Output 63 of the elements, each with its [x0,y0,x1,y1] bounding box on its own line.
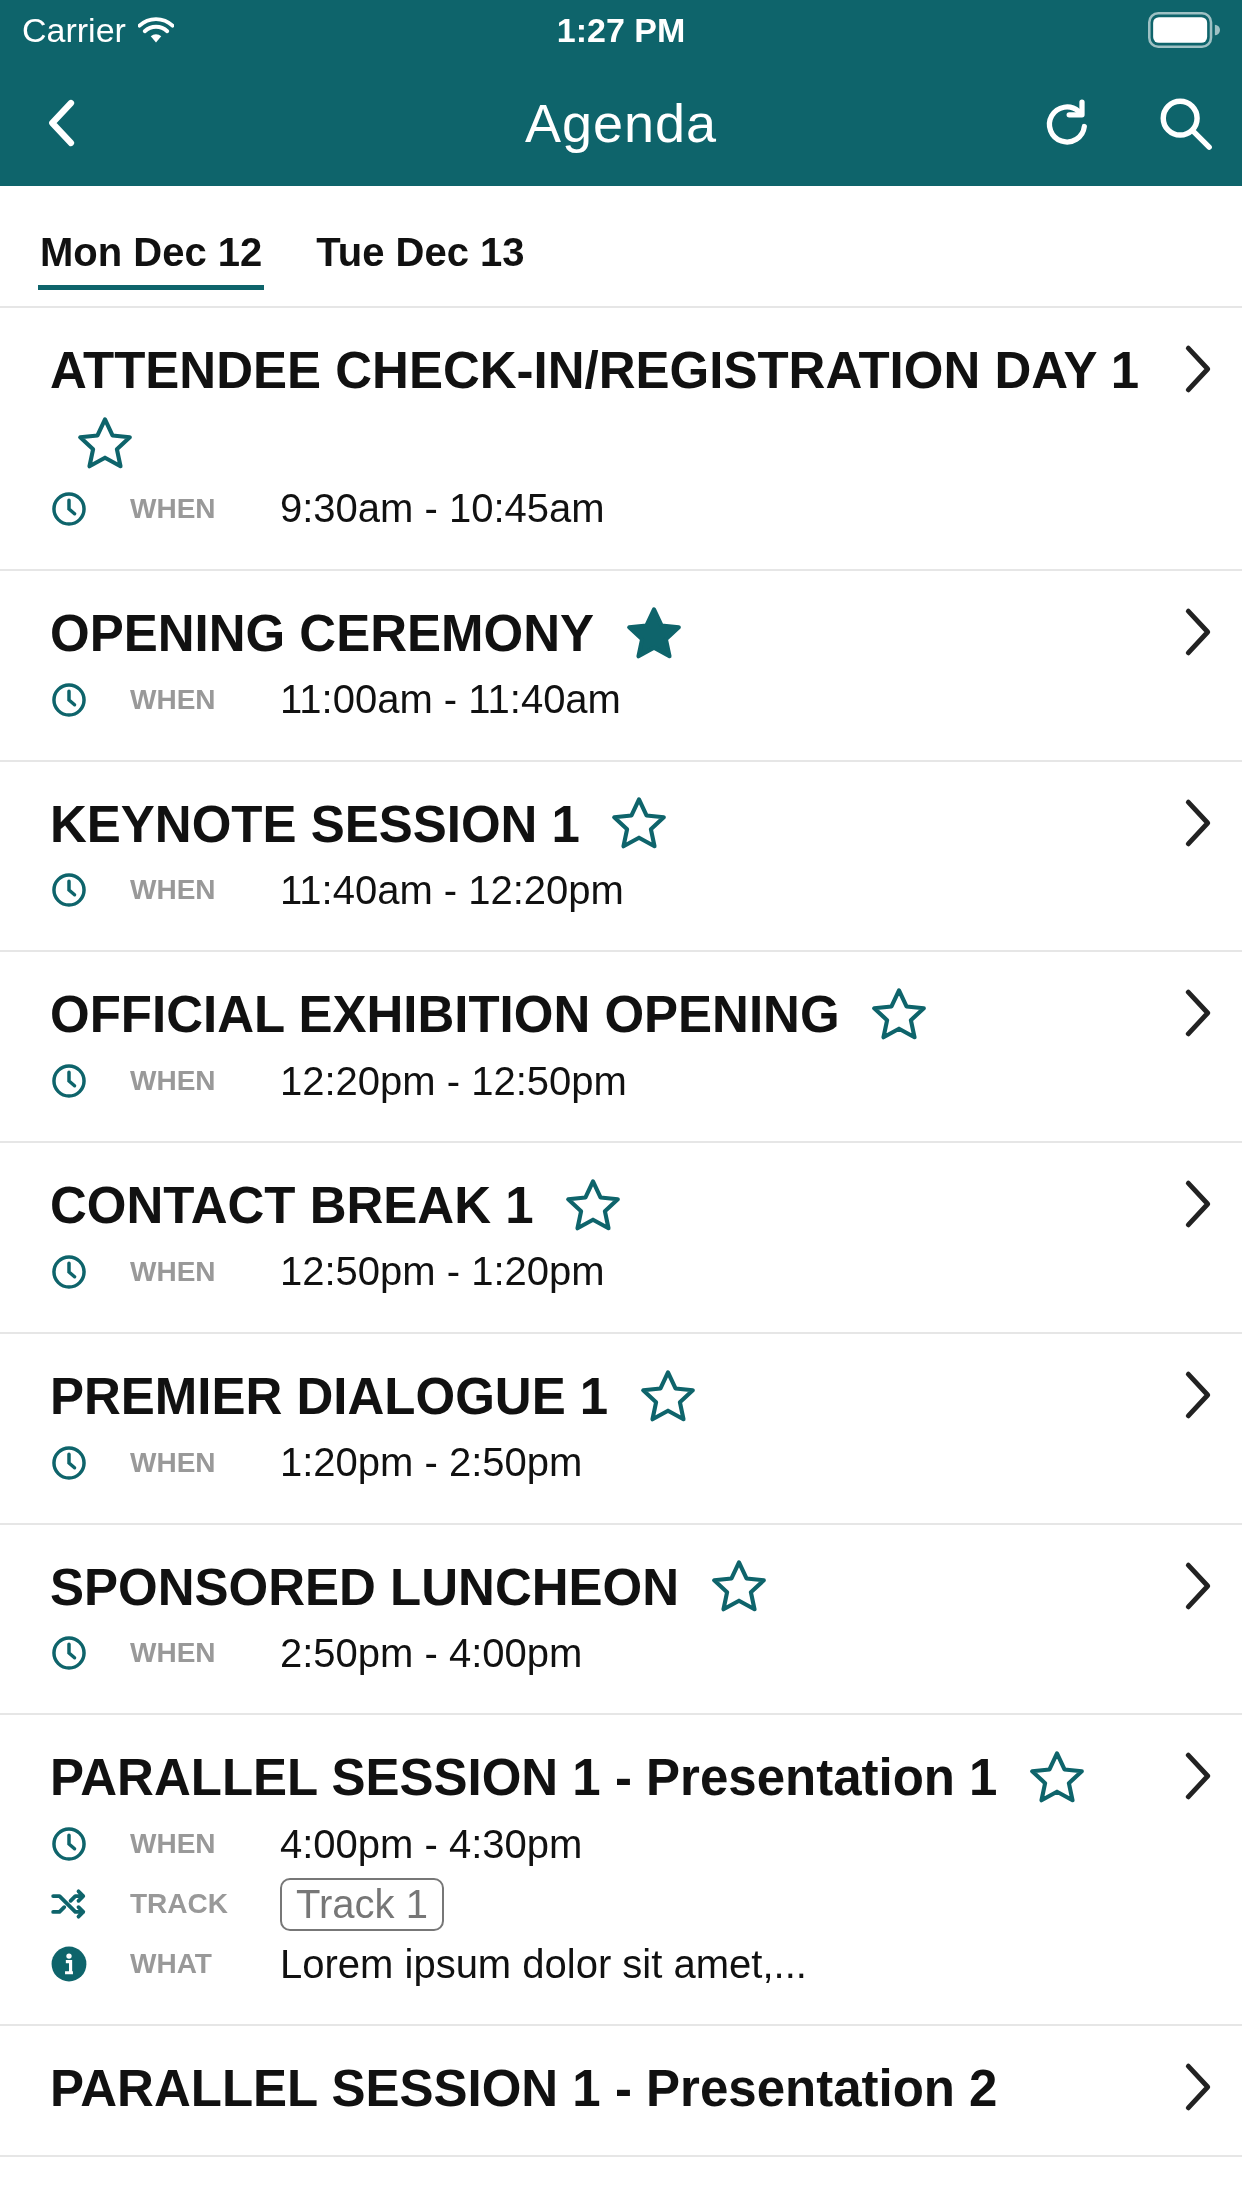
clock-icon [50,1443,88,1482]
wifi-icon [137,16,174,44]
session-title: PARALLEL SESSION 1 - Presentation 1 [50,1749,998,1807]
detail-label: WHEN [130,1065,217,1098]
session-time: 12:50pm - 1:20pm [280,1249,605,1295]
session-title: PARALLEL SESSION 1 - Presentation 2 [50,2059,998,2117]
clock-icon [50,489,88,528]
chevron-right-icon [1184,1179,1212,1230]
session-time: 9:30am - 10:45am [280,486,605,532]
detail-label: WHEN [130,492,217,525]
clock-icon [50,871,88,910]
session-time: 4:00pm - 4:30pm [280,1821,583,1867]
chevron-right-icon [1184,1560,1212,1611]
detail-label: WHEN [130,683,217,716]
detail-label: WHEN [130,1446,217,1479]
chevron-right-icon [1184,606,1212,657]
session-row[interactable]: ATTENDEE CHECK-IN/REGISTRATION DAY 1 WHEN 9:30am - 10:45am [0,308,1242,571]
chevron-right-icon [1184,1751,1212,1802]
detail-label: WHEN [130,874,217,907]
detail-label: WHEN [130,1255,217,1288]
chevron-right-icon [1184,344,1212,394]
session-title: CONTACT BREAK 1 [50,1176,534,1234]
clock-icon [50,1062,88,1101]
session-row[interactable]: PARALLEL SESSION 1 - Presentation 2 [0,2026,1242,2157]
carrier-name: Carrier [22,10,126,50]
session-time: 12:20pm - 12:50pm [280,1058,627,1104]
session-title: PREMIER DIALOGUE 1 [50,1367,609,1425]
track-tag: Track 1 [280,1877,444,1931]
info-icon [50,1945,88,1984]
date-tab[interactable]: Tue Dec 13 [314,216,527,290]
session-time: 11:40am - 12:20pm [280,867,624,913]
chevron-right-icon [1184,988,1212,1039]
session-row[interactable]: OPENING CEREMONY WHEN 11:00am - 11:40am [0,570,1242,762]
session-time: 11:00am - 11:40am [280,677,621,723]
session-title: OFFICIAL EXHIBITION OPENING [50,986,840,1044]
session-time: 2:50pm - 4:00pm [280,1630,583,1676]
session-row[interactable]: PREMIER DIALOGUE 1 WHEN 1:20pm - 2:50pm [0,1333,1242,1525]
session-row[interactable]: PARALLEL SESSION 1 - Presentation 1 WHEN 4:00pm - 4:30pm TRACK Track 1 WHAT Lorem ipsum dolor sit amet,... [0,1715,1242,2027]
session-description: Lorem ipsum dolor sit amet,... [280,1941,807,1987]
detail-label: WHEN [130,1637,217,1670]
detail-label: WHAT [130,1948,213,1981]
clock-icon [50,1634,88,1673]
chevron-right-icon [1184,797,1212,848]
screen-title: Agenda [524,92,718,154]
session-row[interactable]: OFFICIAL EXHIBITION OPENING WHEN 12:20pm - 12:50pm [0,952,1242,1144]
detail-label: TRACK [130,1888,229,1921]
session-title: ATTENDEE CHECK-IN/REGISTRATION DAY 1 [50,341,1140,399]
session-time: 1:20pm - 2:50pm [280,1440,583,1486]
chevron-right-icon [1184,2062,1212,2113]
battery-icon [1148,12,1220,48]
session-row[interactable]: CONTACT BREAK 1 WHEN 12:50pm - 1:20pm [0,1143,1242,1334]
session-title: OPENING CEREMONY [50,604,595,662]
session-title: SPONSORED LUNCHEON [50,1558,680,1616]
status-time: 1:27 PM [556,10,686,50]
session-row[interactable]: SPONSORED LUNCHEON WHEN 2:50pm - 4:00pm [0,1524,1242,1716]
date-tab[interactable]: Mon Dec 12 [38,216,265,290]
clock-icon [50,680,88,719]
clock-icon [50,1825,88,1864]
session-title: KEYNOTE SESSION 1 [50,795,580,853]
clock-icon [50,1252,88,1291]
session-row[interactable]: KEYNOTE SESSION 1 WHEN 11:40am - 12:20pm [0,761,1242,953]
chevron-right-icon [1184,1369,1212,1420]
detail-label: WHEN [130,1828,217,1861]
